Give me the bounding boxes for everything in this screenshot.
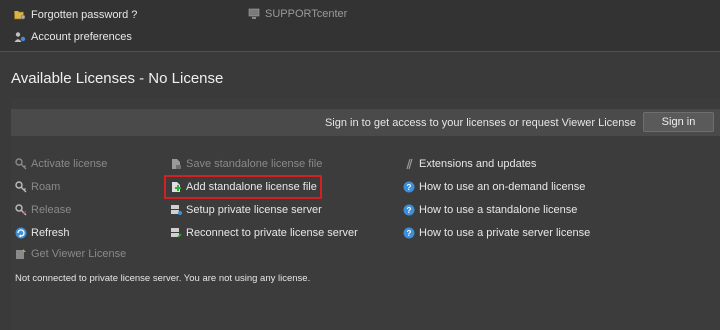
- signin-prompt: Sign in to get access to your licenses o…: [324, 117, 636, 129]
- help-icon: ?: [403, 204, 415, 216]
- release-link[interactable]: Release: [15, 204, 71, 216]
- forgotten-password-label: Forgotten password ?: [31, 9, 138, 21]
- roam-link[interactable]: Roam: [15, 181, 60, 193]
- roam-label: Roam: [31, 181, 61, 193]
- help-icon: ?: [403, 181, 415, 193]
- top-links-area: Forgotten password ? SUPPORTcenter Accou…: [0, 0, 720, 52]
- get-viewer-license-label: Get Viewer License: [31, 248, 127, 260]
- svg-text:?: ?: [407, 206, 412, 215]
- forgotten-password-link[interactable]: Forgotten password ?: [14, 9, 137, 21]
- setup-private-license-server-link[interactable]: Setup private license server: [170, 204, 322, 216]
- monitor-icon: [248, 8, 260, 20]
- get-viewer-license-link[interactable]: Get Viewer License: [15, 248, 126, 260]
- on-demand-license-help-link[interactable]: ? How to use an on-demand license: [403, 181, 585, 193]
- standalone-license-help-label: How to use a standalone license: [419, 204, 578, 216]
- save-standalone-license-link[interactable]: Save standalone license file: [170, 158, 322, 170]
- key-release-icon: [15, 204, 27, 216]
- user-settings-icon: [14, 31, 26, 43]
- page-title: Available Licenses - No License: [11, 70, 224, 87]
- setup-private-license-server-label: Setup private license server: [186, 204, 322, 216]
- release-label: Release: [31, 204, 72, 216]
- license-status-text: Not connected to private license server.…: [15, 273, 311, 284]
- save-file-icon: [170, 158, 182, 170]
- private-server-license-help-link[interactable]: ? How to use a private server license: [403, 227, 590, 239]
- extensions-and-updates-link[interactable]: Extensions and updates: [403, 158, 536, 170]
- key-icon: [15, 181, 27, 193]
- account-preferences-label: Account preferences: [31, 31, 132, 43]
- private-server-license-help-label: How to use a private server license: [419, 227, 591, 239]
- save-standalone-license-label: Save standalone license file: [186, 158, 323, 170]
- svg-text:?: ?: [407, 183, 412, 192]
- reconnect-private-license-server-link[interactable]: Reconnect to private license server: [170, 227, 358, 239]
- viewer-license-icon: [15, 248, 27, 260]
- server-setup-icon: [170, 204, 182, 216]
- support-center-label: SUPPORTcenter: [265, 8, 348, 20]
- sign-in-button[interactable]: Sign in: [643, 112, 714, 132]
- licenses-panel: Sign in to get access to your licenses o…: [11, 99, 720, 330]
- account-preferences-link[interactable]: Account preferences: [14, 31, 132, 43]
- reconnect-private-license-server-label: Reconnect to private license server: [186, 227, 358, 239]
- signin-bar: Sign in to get access to your licenses o…: [11, 109, 720, 136]
- standalone-license-help-link[interactable]: ? How to use a standalone license: [403, 204, 577, 216]
- on-demand-license-help-label: How to use an on-demand license: [419, 181, 586, 193]
- key-folder-icon: [14, 9, 26, 21]
- help-icon: ?: [403, 227, 415, 239]
- activate-license-link[interactable]: Activate license: [15, 158, 107, 170]
- refresh-label: Refresh: [31, 227, 70, 239]
- svg-text:?: ?: [407, 229, 412, 238]
- server-reconnect-icon: [170, 227, 182, 239]
- support-center-link[interactable]: SUPPORTcenter: [248, 8, 347, 20]
- refresh-link[interactable]: Refresh: [15, 227, 70, 239]
- refresh-icon: [15, 227, 27, 239]
- extensions-and-updates-label: Extensions and updates: [419, 158, 537, 170]
- highlight-box: [164, 175, 322, 199]
- activate-license-label: Activate license: [31, 158, 108, 170]
- key-icon: [15, 158, 27, 170]
- extension-icon: [403, 158, 415, 170]
